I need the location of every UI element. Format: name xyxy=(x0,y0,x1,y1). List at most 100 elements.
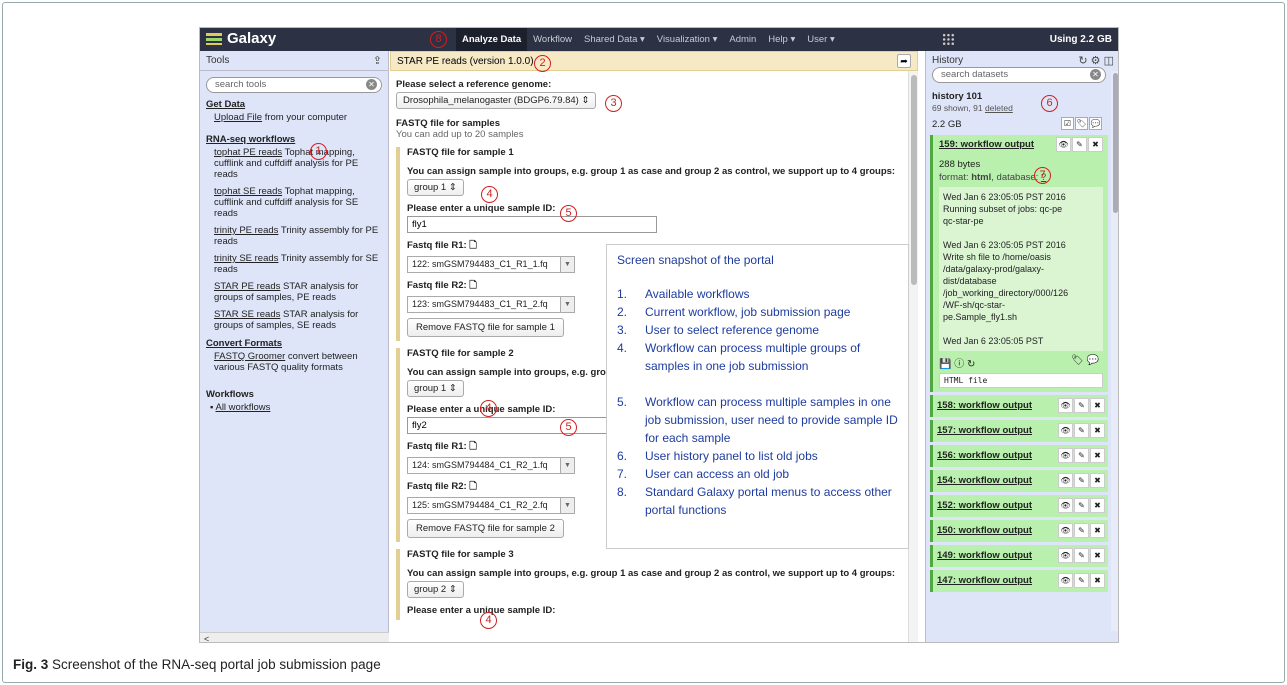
r1-select[interactable]: 122: smGSM794483_C1_R1_1.fq ▼ xyxy=(407,256,575,273)
dataset-actions-icons[interactable]: 💾 ⓘ ↻ xyxy=(939,359,975,370)
delete-icon[interactable]: ✖ xyxy=(1090,473,1105,488)
eye-icon[interactable]: 👁 xyxy=(1058,548,1073,563)
tool-star-se[interactable]: STAR SE reads STAR analysis for groups o… xyxy=(214,309,384,331)
eye-icon[interactable]: 👁 xyxy=(1058,498,1073,513)
eye-icon[interactable]: 👁 xyxy=(1058,473,1073,488)
history-name[interactable]: history 101 xyxy=(932,91,1118,102)
nav-visualization[interactable]: Visualization ▾ xyxy=(651,28,724,51)
history-dataset-item[interactable]: 149: workflow output 👁 ✎ ✖ xyxy=(930,545,1108,567)
history-dataset-item[interactable]: 147: workflow output 👁 ✎ ✖ xyxy=(930,570,1108,592)
genome-select[interactable]: Drosophila_melanogaster (BDGP6.79.84) ⇕ xyxy=(396,92,597,109)
dataset-item-title[interactable]: 154: workflow output xyxy=(937,475,1032,486)
delete-icon[interactable]: ✖ xyxy=(1090,448,1105,463)
dataset-item-title[interactable]: 150: workflow output xyxy=(937,525,1032,536)
history-dataset-item[interactable]: 157: workflow output 👁 ✎ ✖ xyxy=(930,420,1108,442)
tool-link[interactable]: trinity PE reads xyxy=(214,225,278,236)
dataset-title[interactable]: 159: workflow output xyxy=(939,139,1034,150)
delete-icon[interactable]: ✖ xyxy=(1090,498,1105,513)
eye-icon[interactable]: 👁 xyxy=(1056,137,1071,152)
dataset-item-title[interactable]: 149: workflow output xyxy=(937,550,1032,561)
eye-icon[interactable]: 👁 xyxy=(1058,573,1073,588)
nav-admin[interactable]: Admin xyxy=(723,28,762,51)
delete-icon[interactable]: ✖ xyxy=(1090,548,1105,563)
group-select[interactable]: group 2 ⇕ xyxy=(407,581,464,598)
pencil-icon[interactable]: ✎ xyxy=(1074,473,1089,488)
tags-icon[interactable]: 🏷 xyxy=(1075,117,1088,130)
center-scrollbar[interactable] xyxy=(908,71,918,642)
tool-trinity-pe[interactable]: trinity PE reads Trinity assembly for PE… xyxy=(214,225,384,247)
clear-search-icon[interactable]: ✕ xyxy=(1090,69,1101,80)
history-deleted-link[interactable]: deleted xyxy=(985,103,1013,113)
dataset-item-title[interactable]: 157: workflow output xyxy=(937,425,1032,436)
pencil-icon[interactable]: ✎ xyxy=(1074,398,1089,413)
pencil-icon[interactable]: ✎ xyxy=(1074,448,1089,463)
delete-icon[interactable]: ✖ xyxy=(1090,573,1105,588)
tool-tophat-pe[interactable]: tophat PE reads Tophat mapping, cufflink… xyxy=(214,147,384,180)
all-workflows-item[interactable]: ▪ All workflows xyxy=(210,402,384,413)
nav-workflow[interactable]: Workflow xyxy=(527,28,578,51)
tool-upload-file[interactable]: Upload File from your computer xyxy=(214,112,384,123)
tools-horizontal-scrollbar[interactable]: < xyxy=(200,632,389,642)
nav-user[interactable]: User ▾ xyxy=(801,28,840,51)
tool-link[interactable]: trinity SE reads xyxy=(214,253,278,264)
remove-sample-button[interactable]: Remove FASTQ file for sample 2 xyxy=(407,519,564,538)
select-datasets-icon[interactable]: ☑ xyxy=(1061,117,1074,130)
tool-link[interactable]: STAR PE reads xyxy=(214,281,280,292)
eye-icon[interactable]: 👁 xyxy=(1058,398,1073,413)
nav-analyze-data[interactable]: Analyze Data xyxy=(456,28,528,51)
clear-search-icon[interactable]: ✕ xyxy=(366,79,377,90)
r1-select[interactable]: 124: smGSM794484_C1_R2_1.fq ▼ xyxy=(407,457,575,474)
pencil-icon[interactable]: ✎ xyxy=(1074,548,1089,563)
dataset-item-title[interactable]: 152: workflow output xyxy=(937,500,1032,511)
tool-search-input[interactable]: search tools ✕ xyxy=(206,77,382,93)
group-select[interactable]: group 1 ⇕ xyxy=(407,179,464,196)
nav-help[interactable]: Help ▾ xyxy=(762,28,801,51)
group-select[interactable]: group 1 ⇕ xyxy=(407,380,464,397)
pencil-icon[interactable]: ✎ xyxy=(1074,523,1089,538)
remove-sample-button[interactable]: Remove FASTQ file for sample 1 xyxy=(407,318,564,337)
history-scroll-thumb[interactable] xyxy=(1113,73,1118,213)
tool-link[interactable]: FASTQ Groomer xyxy=(214,351,285,362)
all-workflows-link[interactable]: All workflows xyxy=(215,402,270,413)
pencil-icon[interactable]: ✎ xyxy=(1072,137,1087,152)
history-dataset-item[interactable]: 152: workflow output 👁 ✎ ✖ xyxy=(930,495,1108,517)
history-dataset-item[interactable]: 158: workflow output 👁 ✎ ✖ xyxy=(930,395,1108,417)
eye-icon[interactable]: 👁 xyxy=(1058,523,1073,538)
delete-icon[interactable]: ✖ xyxy=(1088,137,1103,152)
galaxy-brand[interactable]: Galaxy xyxy=(206,30,276,47)
sample-id-input[interactable] xyxy=(407,216,657,233)
tag-annotate-icons[interactable]: 🏷 💬 xyxy=(1071,355,1099,366)
dataset-item-title[interactable]: 156: workflow output xyxy=(937,450,1032,461)
share-icon[interactable]: ➦ xyxy=(897,54,911,68)
dataset-item-title[interactable]: 147: workflow output xyxy=(937,575,1032,586)
section-get-data[interactable]: Get Data xyxy=(206,99,388,110)
eye-icon[interactable]: 👁 xyxy=(1058,423,1073,438)
upload-icon[interactable]: ⇪ xyxy=(373,54,382,67)
nav-shared-data[interactable]: Shared Data ▾ xyxy=(578,28,651,51)
eye-icon[interactable]: 👁 xyxy=(1058,448,1073,463)
tool-link[interactable]: tophat PE reads xyxy=(214,147,282,158)
tool-link[interactable]: Upload File xyxy=(214,112,262,123)
history-options-icon[interactable]: ↻ ⚙ ◫ xyxy=(1078,54,1114,67)
tool-star-pe[interactable]: STAR PE reads STAR analysis for groups o… xyxy=(214,281,384,303)
pencil-icon[interactable]: ✎ xyxy=(1074,498,1089,513)
delete-icon[interactable]: ✖ xyxy=(1090,423,1105,438)
delete-icon[interactable]: ✖ xyxy=(1090,523,1105,538)
r2-select[interactable]: 123: smGSM794483_C1_R1_2.fq ▼ xyxy=(407,296,575,313)
section-rna-seq-workflows[interactable]: RNA-seq workflows xyxy=(206,134,388,145)
pencil-icon[interactable]: ✎ xyxy=(1074,573,1089,588)
r2-select[interactable]: 125: smGSM794484_C1_R2_2.fq ▼ xyxy=(407,497,575,514)
history-dataset-item[interactable]: 156: workflow output 👁 ✎ ✖ xyxy=(930,445,1108,467)
tool-tophat-se[interactable]: tophat SE reads Tophat mapping, cufflink… xyxy=(214,186,384,219)
tool-link[interactable]: STAR SE reads xyxy=(214,309,280,320)
tool-trinity-se[interactable]: trinity SE reads Trinity assembly for SE… xyxy=(214,253,384,275)
dataset-expanded[interactable]: 159: workflow output 👁 ✎ ✖ 288 bytes forma… xyxy=(930,135,1108,392)
section-convert-formats[interactable]: Convert Formats xyxy=(206,338,388,349)
history-dataset-item[interactable]: 154: workflow output 👁 ✎ ✖ xyxy=(930,470,1108,492)
apps-grid-icon[interactable] xyxy=(942,33,955,46)
dataset-search-input[interactable]: search datasets ✕ xyxy=(932,67,1106,83)
center-scroll-thumb[interactable] xyxy=(911,75,917,285)
tool-link[interactable]: tophat SE reads xyxy=(214,186,282,197)
history-dataset-item[interactable]: 150: workflow output 👁 ✎ ✖ xyxy=(930,520,1108,542)
dataset-item-title[interactable]: 158: workflow output xyxy=(937,400,1032,411)
